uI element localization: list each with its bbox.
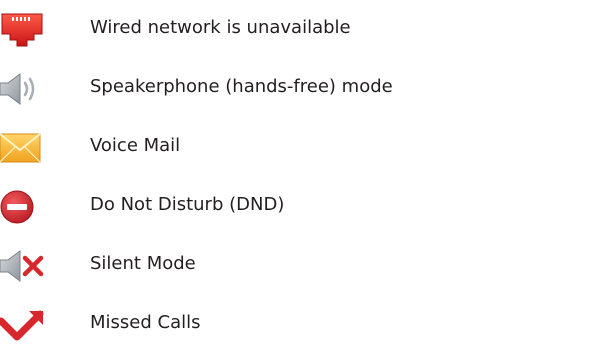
legend-label: Silent Mode	[90, 253, 196, 274]
silent-mode-icon	[0, 248, 46, 284]
icon-legend: Wired network is unavailable Speakerphon…	[0, 0, 593, 341]
legend-item-wired-network: Wired network is unavailable	[0, 6, 593, 50]
legend-item-voice-mail: Voice Mail	[0, 124, 593, 168]
legend-item-silent-mode: Silent Mode	[0, 242, 593, 286]
legend-label: Speakerphone (hands-free) mode	[90, 76, 393, 97]
wired-network-icon	[0, 12, 46, 48]
legend-item-missed-calls: Missed Calls	[0, 301, 593, 345]
do-not-disturb-icon	[0, 189, 46, 225]
legend-label: Voice Mail	[90, 135, 181, 156]
legend-item-speakerphone: Speakerphone (hands-free) mode	[0, 65, 593, 109]
missed-calls-icon	[0, 307, 46, 343]
legend-label: Do Not Disturb (DND)	[90, 194, 285, 215]
legend-item-do-not-disturb: Do Not Disturb (DND)	[0, 183, 593, 227]
voice-mail-icon	[0, 130, 46, 166]
speakerphone-icon	[0, 71, 46, 107]
legend-label: Missed Calls	[90, 312, 201, 333]
legend-label: Wired network is unavailable	[90, 17, 351, 38]
